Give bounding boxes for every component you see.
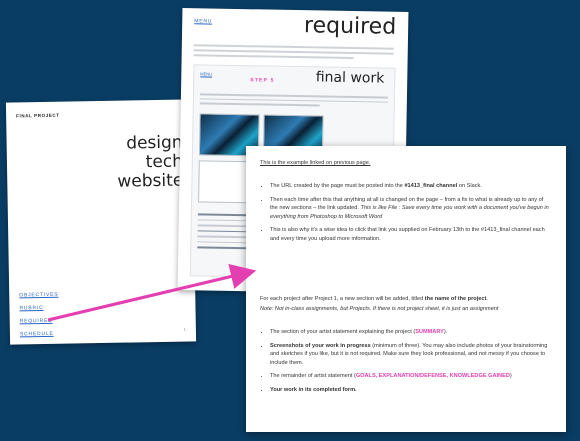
required-heading: required xyxy=(303,13,397,40)
page-eyebrow: FINAL PROJECT xyxy=(16,112,60,119)
section-paragraph: For each project after Project 1, a new … xyxy=(260,295,552,304)
text: . xyxy=(486,296,488,302)
list-item: The URL created by the page must be post… xyxy=(270,182,552,191)
text: ) xyxy=(509,373,512,380)
text: on Slack. xyxy=(457,183,482,189)
bullet-list-2: The section of your artist statement exp… xyxy=(260,328,552,400)
list-item: The remainder of artist statement (GOALS… xyxy=(270,372,552,381)
text: For each project after Project 1, a new … xyxy=(260,296,425,302)
intro-text-lines xyxy=(193,44,394,62)
title-line: design xyxy=(126,132,183,154)
menu-link-small[interactable]: MENU xyxy=(200,71,212,76)
text: The section of your artist statement exp… xyxy=(270,329,416,335)
note-text: Note: Not in-class assignments, but Proj… xyxy=(260,306,499,312)
bold-text: the name of the project xyxy=(424,296,487,302)
text: The URL created by the page must be post… xyxy=(270,183,405,189)
final-work-heading: final work xyxy=(315,69,385,87)
text: ). xyxy=(443,329,448,335)
menu-link[interactable]: MENU xyxy=(194,18,212,24)
bullet-list: The URL created by the page must be post… xyxy=(260,182,552,249)
title-line: website xyxy=(117,170,184,192)
nav-link-schedule[interactable]: SCHEDULE xyxy=(20,331,59,338)
page-number: 1 xyxy=(183,326,186,332)
list-item: Then each time after this that anything … xyxy=(270,196,552,222)
nav-link-rubric[interactable]: RUBRIC xyxy=(19,305,58,311)
list-item: Your work in its completed form. xyxy=(270,386,552,395)
statement-sections: GOALS, EXPLANATION/DEFENSE, KNOWLEDGE GA… xyxy=(355,373,510,380)
summary-label: SUMMARY xyxy=(415,329,444,335)
callout-page: This is the example linked on previous p… xyxy=(246,146,566,432)
final-project-page: FINAL PROJECT design tech website OBJECT… xyxy=(5,99,197,345)
page-nav: OBJECTIVES RUBRIC REQUIRED SCHEDULE xyxy=(19,292,59,345)
step-label: STEP 5 xyxy=(250,77,275,84)
list-item: This is also why it's a wise idea to cli… xyxy=(270,226,552,243)
page-title: design tech website xyxy=(117,132,184,192)
text: This is also why it's a wise idea to cli… xyxy=(270,227,545,242)
list-item: The section of your artist statement exp… xyxy=(270,328,552,337)
note-link[interactable]: This is the example linked on previous p… xyxy=(260,159,370,168)
text: The remainder of artist statement ( xyxy=(270,373,356,380)
collage-frame: FINAL PROJECT design tech website OBJECT… xyxy=(0,0,580,441)
title-line: tech xyxy=(145,151,184,173)
channel-name: #1413_final channel xyxy=(404,183,458,189)
card-text-lines xyxy=(199,93,388,110)
nav-link-required[interactable]: REQUIRED xyxy=(20,318,59,325)
nav-link-objectives[interactable]: OBJECTIVES xyxy=(19,292,58,299)
list-item: Screenshots of your work in progress (mi… xyxy=(270,342,552,368)
bold-text: Screenshots of your work in progress xyxy=(270,342,371,349)
